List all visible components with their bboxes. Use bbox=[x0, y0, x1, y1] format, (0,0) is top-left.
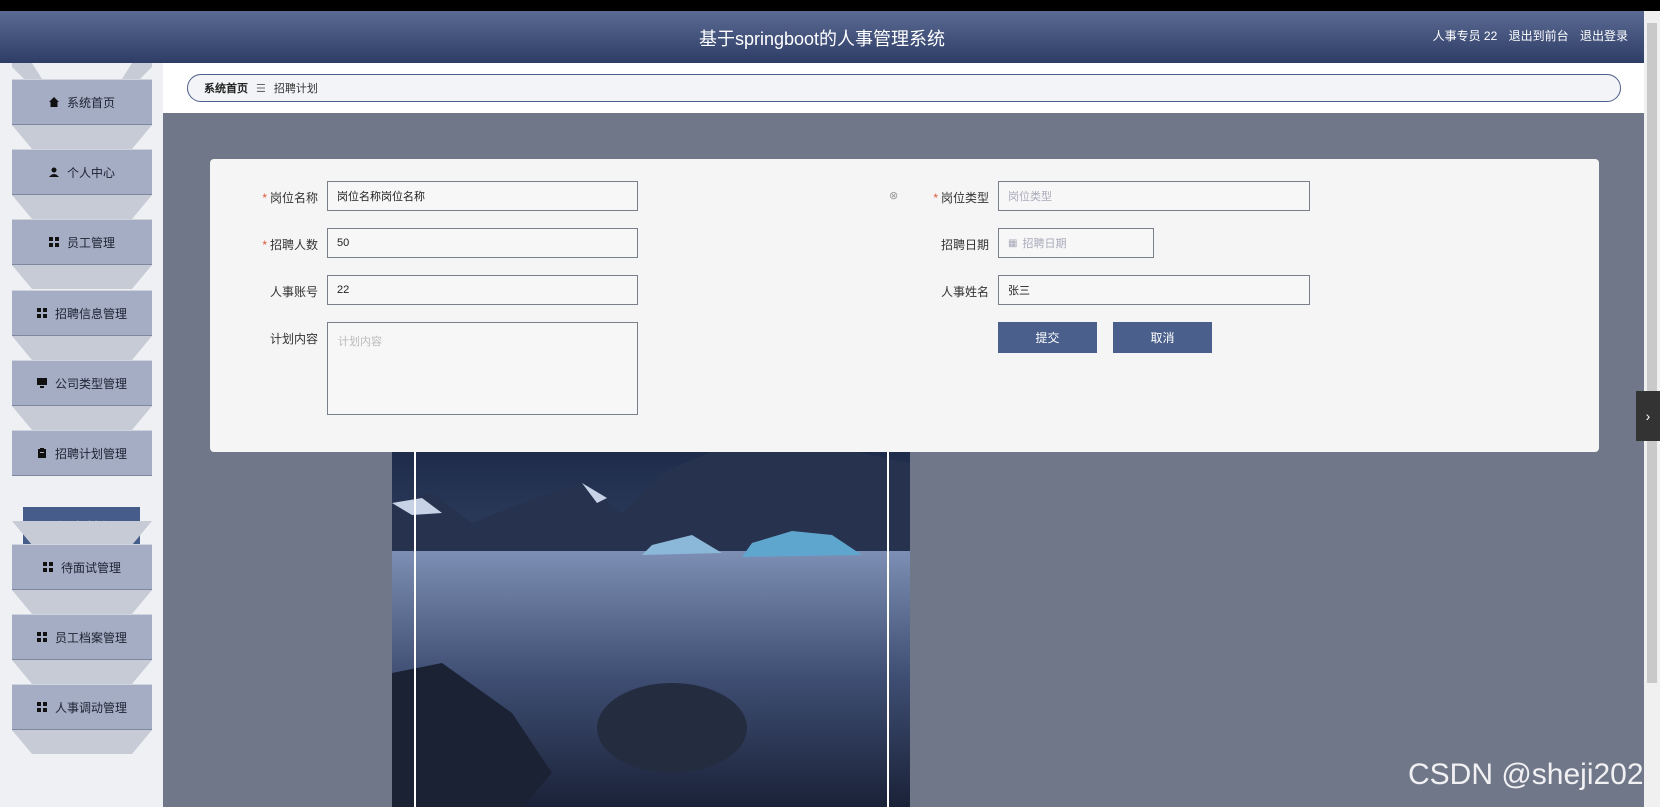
position-name-input[interactable]: 岗位名称岗位名称 bbox=[327, 181, 638, 211]
hr-account-input[interactable]: 22 bbox=[327, 275, 638, 305]
grid-icon bbox=[48, 237, 59, 247]
monitor-icon bbox=[36, 378, 47, 388]
hr-name-label: 人事姓名 bbox=[940, 285, 989, 299]
sidebar-item-label: 待面试管理 bbox=[60, 560, 121, 575]
recruit-date-label: 招聘日期 bbox=[940, 238, 989, 252]
recruit-date-picker[interactable]: ▦ 招聘日期 bbox=[998, 228, 1154, 258]
menu-ribbon-decoration bbox=[12, 265, 152, 289]
sidebar-item-home[interactable]: 系统首页 bbox=[12, 79, 152, 125]
background-divider-line bbox=[414, 443, 416, 807]
logout-link[interactable]: 退出登录 bbox=[1580, 29, 1628, 43]
menu-ribbon-decoration bbox=[12, 336, 152, 360]
sidebar-item-label: 系统首页 bbox=[66, 95, 115, 110]
recruit-date-placeholder: 招聘日期 bbox=[1022, 238, 1067, 250]
plan-content-textarea[interactable]: 计划内容 bbox=[327, 322, 638, 415]
sidebar-item-label: 员工档案管理 bbox=[54, 630, 127, 645]
clipboard-icon bbox=[37, 448, 47, 458]
position-name-label: * 岗位名称 bbox=[262, 191, 318, 205]
grid-icon bbox=[36, 702, 47, 712]
sidebar-item-recruit-plan[interactable]: 招聘计划管理 bbox=[12, 430, 152, 476]
menu-ribbon-decoration bbox=[12, 195, 152, 219]
menu-ribbon-decoration bbox=[12, 125, 152, 149]
chevron-right-icon: › bbox=[1645, 408, 1651, 424]
user-label: 人事专员 22 bbox=[1432, 29, 1498, 43]
grid-icon bbox=[42, 562, 53, 572]
background-divider-line bbox=[887, 443, 889, 807]
sidebar-item-label: 人事调动管理 bbox=[54, 700, 127, 715]
sidebar-item-hr-transfer[interactable]: 人事调动管理 bbox=[12, 684, 152, 730]
app-title: 基于springboot的人事管理系统 bbox=[698, 29, 946, 49]
position-type-label: * 岗位类型 bbox=[933, 191, 989, 205]
watermark-text: CSDN @sheji202 bbox=[1408, 758, 1644, 791]
side-expand-tab[interactable]: › bbox=[1636, 391, 1660, 441]
user-icon bbox=[48, 167, 59, 177]
menu-ribbon-decoration bbox=[12, 63, 152, 79]
sidebar-item-recruit-info[interactable]: 招聘信息管理 bbox=[12, 290, 152, 336]
menu-ribbon-decoration bbox=[12, 406, 152, 430]
menu-ribbon-decoration bbox=[12, 590, 152, 614]
headcount-label: * 招聘人数 bbox=[262, 238, 318, 252]
sidebar-item-employee[interactable]: 员工管理 bbox=[12, 219, 152, 265]
submit-button[interactable]: 提交 bbox=[998, 322, 1097, 353]
scrollbar-thumb[interactable] bbox=[1647, 23, 1657, 683]
menu-ribbon-decoration bbox=[12, 521, 152, 545]
exit-to-frontend-link[interactable]: 退出到前台 bbox=[1509, 29, 1569, 43]
breadcrumb-bar: 系统首页 ☰ 招聘计划 bbox=[163, 63, 1644, 113]
sidebar-item-company-type[interactable]: 公司类型管理 bbox=[12, 360, 152, 406]
menu-ribbon-decoration bbox=[12, 730, 152, 754]
sidebar-item-profile[interactable]: 个人中心 bbox=[12, 149, 152, 195]
sidebar-item-label: 个人中心 bbox=[66, 165, 115, 180]
position-type-select[interactable]: 岗位类型 bbox=[998, 181, 1310, 211]
top-strip bbox=[0, 0, 1660, 11]
hr-name-input[interactable]: 张三 bbox=[998, 275, 1310, 305]
breadcrumb-current: 招聘计划 bbox=[273, 83, 318, 95]
plan-content-label: 计划内容 bbox=[269, 332, 318, 346]
breadcrumb-separator-icon: ☰ bbox=[256, 82, 266, 95]
menu-ribbon-decoration bbox=[12, 660, 152, 684]
sidebar-item-label: 公司类型管理 bbox=[54, 376, 127, 391]
sidebar-item-label: 招聘计划管理 bbox=[54, 446, 127, 461]
background-landscape-image bbox=[392, 443, 910, 807]
calendar-icon: ▦ bbox=[1008, 237, 1018, 249]
breadcrumb: 系统首页 ☰ 招聘计划 bbox=[187, 74, 1621, 102]
breadcrumb-home-link[interactable]: 系统首页 bbox=[204, 80, 248, 96]
recruit-plan-form: * 岗位名称 岗位名称岗位名称 ⊗ * 岗位类型 岗位类型 * 招聘人数 50 招聘日… bbox=[210, 159, 1599, 452]
home-icon bbox=[48, 97, 59, 107]
sidebar: 系统首页 个人中心 员工管理 招聘信息管理 公司类型管理 招聘计划管理 招聘计划… bbox=[0, 63, 163, 807]
sidebar-item-label: 招聘信息管理 bbox=[54, 306, 127, 321]
grid-icon bbox=[36, 308, 47, 318]
sidebar-item-label: 员工管理 bbox=[66, 235, 115, 250]
grid-icon bbox=[36, 632, 47, 642]
sidebar-item-interview[interactable]: 待面试管理 bbox=[12, 544, 152, 590]
headcount-input[interactable]: 50 bbox=[327, 228, 638, 258]
hr-account-label: 人事账号 bbox=[269, 285, 318, 299]
cancel-button[interactable]: 取消 bbox=[1113, 322, 1212, 353]
sidebar-item-employee-archive[interactable]: 员工档案管理 bbox=[12, 614, 152, 660]
header-user-area: 人事专员 22 退出到前台 退出登录 bbox=[1425, 27, 1628, 44]
app-header: 基于springboot的人事管理系统 人事专员 22 退出到前台 退出登录 bbox=[0, 11, 1644, 63]
main-content: 系统首页 ☰ 招聘计划 * 岗位名称 岗位名称岗位名称 ⊗ * 岗位类型 岗位类… bbox=[163, 63, 1644, 807]
